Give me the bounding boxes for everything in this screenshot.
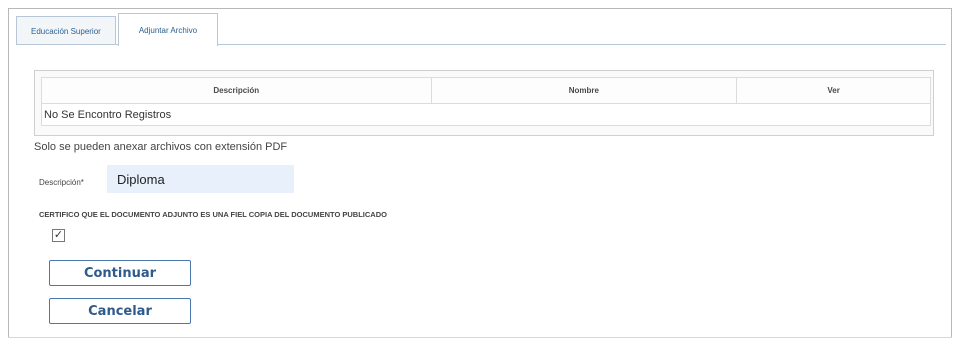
table-header-row: Descripción Nombre Ver [41,77,931,104]
tab-educacion-superior[interactable]: Educación Superior [16,16,116,45]
tab-bar: Educación Superior Adjuntar Archivo [16,12,220,46]
checkmark-icon: ✓ [53,229,64,241]
descripcion-input[interactable] [107,165,294,193]
continue-button[interactable]: Continuar [49,260,191,286]
pdf-only-note: Solo se pueden anexar archivos con exten… [34,141,288,153]
column-header-descripcion: Descripción [41,77,432,104]
empty-table-message: No Se Encontro Registros [41,103,931,126]
table-row: No Se Encontro Registros [41,103,931,126]
certify-label: CERTIFICO QUE EL DOCUMENTO ADJUNTO ES UN… [39,210,387,219]
attachments-table: Descripción Nombre Ver No Se Encontro Re… [41,77,931,126]
column-header-ver: Ver [736,77,931,104]
cancel-button[interactable]: Cancelar [49,298,191,324]
column-header-nombre: Nombre [430,77,738,104]
frame-bottom-border [8,337,952,338]
tab-adjuntar-archivo[interactable]: Adjuntar Archivo [117,13,219,46]
attachments-panel: Descripción Nombre Ver No Se Encontro Re… [34,70,934,136]
descripcion-label: Descripción* [39,178,84,187]
certify-checkbox[interactable]: ✓ [52,229,65,242]
